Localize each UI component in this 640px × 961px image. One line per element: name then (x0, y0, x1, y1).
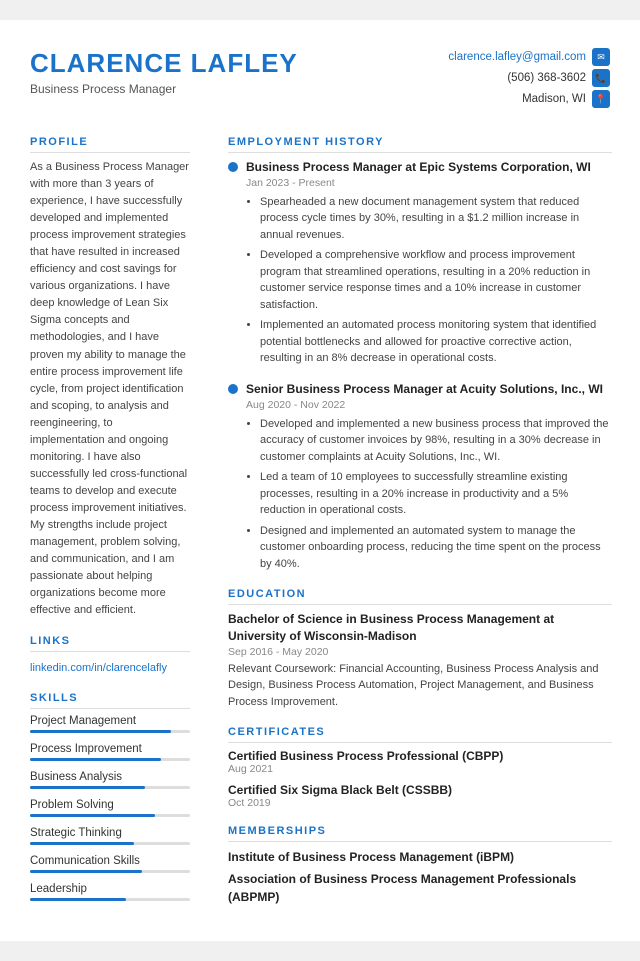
location-icon: 📍 (592, 90, 610, 108)
job-bullet: Designed and implemented an automated sy… (260, 523, 612, 573)
header-left: CLARENCE LAFLEY Business Process Manager (30, 48, 298, 96)
job-dot (228, 162, 238, 172)
skill-bar-background (30, 898, 190, 901)
jobs-list: Business Process Manager at Epic Systems… (228, 159, 612, 572)
skill-item: Business Analysis (30, 771, 190, 789)
profile-section-title: PROFILE (30, 136, 190, 153)
skill-bar-fill (30, 786, 145, 789)
job-bullet: Led a team of 10 employees to successful… (260, 469, 612, 519)
job-header: Business Process Manager at Epic Systems… (228, 159, 612, 176)
skill-name: Business Analysis (30, 771, 190, 783)
contact-email: clarence.lafley@gmail.com ✉ (448, 48, 610, 66)
cert-date: Aug 2021 (228, 763, 612, 775)
resume-container: CLARENCE LAFLEY Business Process Manager… (0, 20, 640, 941)
job-title: Senior Business Process Manager at Acuit… (246, 381, 603, 398)
skills-list: Project Management Process Improvement B… (30, 715, 190, 901)
skill-bar-fill (30, 814, 155, 817)
location-text: Madison, WI (522, 93, 586, 105)
job-dates: Aug 2020 - Nov 2022 (246, 399, 612, 411)
cert-name: Certified Six Sigma Black Belt (CSSBB) (228, 783, 612, 797)
job-block: Senior Business Process Manager at Acuit… (228, 381, 612, 572)
skill-bar-background (30, 758, 190, 761)
skill-name: Strategic Thinking (30, 827, 190, 839)
members-list: Institute of Business Process Management… (228, 848, 612, 906)
skill-name: Communication Skills (30, 855, 190, 867)
certificates-section-title: CERTIFICATES (228, 726, 612, 743)
skill-bar-fill (30, 842, 134, 845)
skill-item: Process Improvement (30, 743, 190, 761)
education-block: Bachelor of Science in Business Process … (228, 611, 612, 710)
phone-icon: 📞 (592, 69, 610, 87)
skill-bar-background (30, 870, 190, 873)
edu-dates: Sep 2016 - May 2020 (228, 646, 612, 658)
job-title: Business Process Manager at Epic Systems… (246, 159, 591, 176)
resume-body: PROFILE As a Business Process Manager wi… (0, 126, 640, 941)
skill-item: Problem Solving (30, 799, 190, 817)
job-dot (228, 384, 238, 394)
candidate-title: Business Process Manager (30, 82, 298, 96)
skill-bar-fill (30, 870, 142, 873)
cert-date: Oct 2019 (228, 797, 612, 809)
left-column: PROFILE As a Business Process Manager wi… (0, 126, 210, 921)
contact-location: Madison, WI 📍 (522, 90, 610, 108)
skill-name: Process Improvement (30, 743, 190, 755)
profile-text: As a Business Process Manager with more … (30, 159, 190, 619)
membership-item: Institute of Business Process Management… (228, 848, 612, 866)
linkedin-link[interactable]: linkedin.com/in/clarencelafly (30, 662, 167, 674)
job-block: Business Process Manager at Epic Systems… (228, 159, 612, 367)
job-bullets-list: Spearheaded a new document management sy… (246, 194, 612, 367)
skill-bar-fill (30, 898, 126, 901)
links-section-title: LINKS (30, 635, 190, 652)
job-bullet: Implemented an automated process monitor… (260, 317, 612, 367)
edu-description: Relevant Coursework: Financial Accountin… (228, 661, 612, 711)
cert-name: Certified Business Process Professional … (228, 749, 612, 763)
skills-section-title: SKILLS (30, 692, 190, 709)
skill-bar-fill (30, 730, 171, 733)
job-bullets-list: Developed and implemented a new business… (246, 416, 612, 573)
skill-bar-background (30, 730, 190, 733)
resume-header: CLARENCE LAFLEY Business Process Manager… (0, 20, 640, 126)
skill-bar-background (30, 786, 190, 789)
skill-item: Leadership (30, 883, 190, 901)
skill-name: Project Management (30, 715, 190, 727)
certs-list: Certified Business Process Professional … (228, 749, 612, 809)
skill-name: Leadership (30, 883, 190, 895)
skill-bar-background (30, 842, 190, 845)
skill-item: Communication Skills (30, 855, 190, 873)
cert-block: Certified Business Process Professional … (228, 749, 612, 775)
skill-bar-background (30, 814, 190, 817)
job-dates: Jan 2023 - Present (246, 177, 612, 189)
cert-block: Certified Six Sigma Black Belt (CSSBB) O… (228, 783, 612, 809)
phone-text: (506) 368-3602 (507, 72, 586, 84)
skill-item: Strategic Thinking (30, 827, 190, 845)
edu-degree: Bachelor of Science in Business Process … (228, 611, 612, 645)
skill-bar-fill (30, 758, 161, 761)
skill-name: Problem Solving (30, 799, 190, 811)
candidate-name: CLARENCE LAFLEY (30, 48, 298, 79)
employment-section-title: EMPLOYMENT HISTORY (228, 136, 612, 153)
email-icon: ✉ (592, 48, 610, 66)
contact-phone: (506) 368-3602 📞 (507, 69, 610, 87)
header-right: clarence.lafley@gmail.com ✉ (506) 368-36… (448, 48, 610, 108)
membership-item: Association of Business Process Manageme… (228, 870, 612, 906)
job-bullet: Spearheaded a new document management sy… (260, 194, 612, 244)
email-link[interactable]: clarence.lafley@gmail.com (448, 51, 586, 63)
education-section-title: EDUCATION (228, 588, 612, 605)
skill-item: Project Management (30, 715, 190, 733)
job-header: Senior Business Process Manager at Acuit… (228, 381, 612, 398)
job-bullet: Developed a comprehensive workflow and p… (260, 247, 612, 313)
memberships-section-title: MEMBERSHIPS (228, 825, 612, 842)
right-column: EMPLOYMENT HISTORY Business Process Mana… (210, 126, 640, 921)
job-bullet: Developed and implemented a new business… (260, 416, 612, 466)
